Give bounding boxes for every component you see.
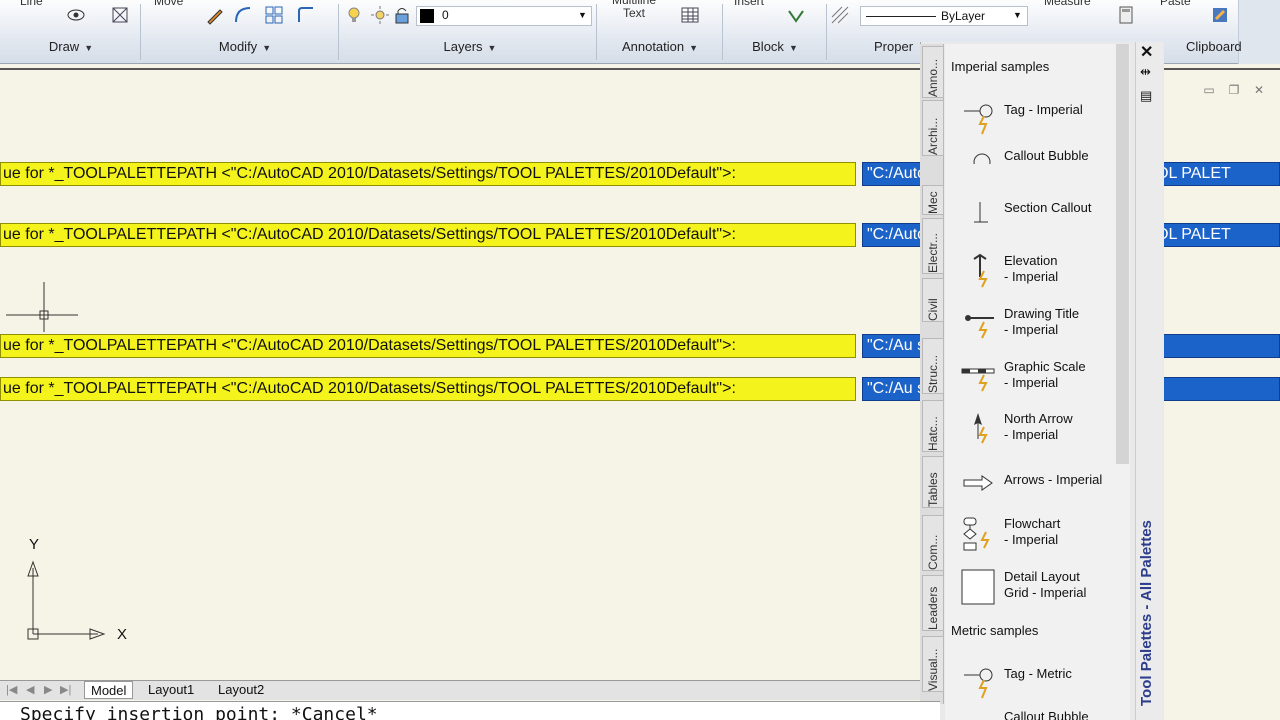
layer-dropdown-value: 0 — [442, 8, 449, 22]
panel-clipboard[interactable]: Clipboard — [1186, 36, 1246, 58]
command-line[interactable]: Specify insertion point: *Cancel* — [0, 701, 940, 720]
attribute-icon[interactable] — [786, 5, 806, 25]
section-metric-samples: Metric samples — [951, 623, 1039, 638]
first-tab-icon[interactable]: |◀ — [6, 683, 17, 696]
auto-hide-icon[interactable]: ⇹ — [1140, 64, 1151, 80]
layout-tab-bar — [0, 680, 920, 700]
callout-bubble-icon — [973, 153, 991, 164]
line-tool-label[interactable]: Line — [20, 0, 43, 8]
tab-mechanical[interactable]: Mec — [922, 185, 944, 215]
chevron-down-icon[interactable]: ▼ — [1013, 10, 1022, 20]
panel-layers[interactable]: Layers ▼ — [430, 36, 510, 58]
array-icon[interactable] — [264, 5, 284, 25]
close-icon[interactable]: ✕ — [1250, 83, 1268, 97]
hatch-icon[interactable] — [830, 5, 850, 25]
section-imperial-samples: Imperial samples — [951, 59, 1050, 74]
tag-icon — [964, 104, 993, 135]
fillet-icon[interactable] — [233, 5, 253, 25]
drawing-title-icon — [965, 315, 994, 339]
tab-visual-styles[interactable]: Visual... — [922, 636, 944, 692]
panel-draw[interactable]: Draw ▼ — [36, 36, 106, 58]
tab-layout2[interactable]: Layout2 — [212, 681, 270, 699]
panel-block[interactable]: Block ▼ — [740, 36, 810, 58]
ucs-y-label: Y — [29, 536, 40, 553]
north-arrow-icon — [974, 413, 988, 444]
tab-architectural[interactable]: Archi... — [922, 100, 944, 156]
ucs-x-label: X — [117, 626, 128, 643]
dynamic-input-prompt: ue for *_TOOLPALETTEPATH <"C:/AutoCAD 20… — [0, 377, 856, 401]
close-icon[interactable]: ✕ — [1140, 42, 1153, 62]
tool-callout-bubble[interactable]: Callout Bubble — [960, 148, 1120, 164]
tab-structural[interactable]: Struc... — [922, 338, 944, 394]
tag-icon — [964, 668, 993, 699]
sun-icon[interactable] — [370, 5, 390, 25]
measure-tool-label[interactable]: Measure — [1044, 0, 1091, 8]
calculator-icon[interactable] — [1116, 5, 1136, 25]
polyline-icon[interactable] — [296, 5, 316, 25]
prev-tab-icon[interactable]: ◀ — [26, 683, 34, 696]
tab-tables[interactable]: Tables — [922, 456, 944, 508]
multiline-text-button[interactable]: Multiline Text — [612, 0, 656, 20]
minimize-icon[interactable]: ▭ — [1200, 83, 1218, 97]
insert-tool-label[interactable]: Insert — [734, 0, 764, 8]
graphic-scale-icon — [961, 368, 995, 392]
restore-icon[interactable]: ❐ — [1225, 83, 1243, 97]
tool-callout-bubble-metric[interactable]: Callout Bubble — [960, 709, 1120, 720]
dynamic-input-prompt: ue for *_TOOLPALETTEPATH <"C:/AutoCAD 20… — [0, 223, 856, 247]
move-tool-label[interactable]: Move — [154, 0, 183, 8]
paste-tool-label[interactable]: Paste — [1160, 0, 1191, 8]
lightbulb-icon[interactable] — [344, 5, 364, 25]
ucs-icon — [27, 560, 106, 640]
chevron-down-icon[interactable]: ▼ — [578, 10, 587, 20]
flowchart-icon — [963, 517, 990, 551]
palette-title: Tool Palettes - All Palettes — [1138, 520, 1155, 706]
tab-hatches[interactable]: Hatc... — [922, 400, 944, 452]
detail-grid-icon — [961, 569, 995, 605]
linetype-dropdown-value: ByLayer — [941, 9, 986, 23]
linetype-preview — [866, 16, 936, 17]
tab-command-tools[interactable]: Com... — [922, 515, 944, 571]
lock-icon[interactable] — [392, 5, 412, 25]
tab-leaders[interactable]: Leaders — [922, 575, 944, 631]
properties-icon[interactable]: ▤ — [1140, 88, 1152, 104]
trim-icon[interactable] — [110, 5, 130, 25]
tab-electrical[interactable]: Electr... — [922, 218, 944, 274]
dynamic-input-prompt: ue for *_TOOLPALETTEPATH <"C:/AutoCAD 20… — [0, 162, 856, 186]
tab-layout1[interactable]: Layout1 — [142, 681, 200, 699]
tab-model[interactable]: Model — [84, 681, 134, 699]
eye-icon[interactable] — [66, 5, 86, 25]
section-callout-icon — [974, 202, 988, 223]
panel-annotation[interactable]: Annotation ▼ — [610, 36, 710, 58]
palette-scrollbar[interactable] — [1116, 44, 1129, 464]
tab-annotation[interactable]: Anno... — [922, 46, 944, 98]
panel-modify[interactable]: Modify ▼ — [205, 36, 285, 58]
next-tab-icon[interactable]: ▶ — [44, 683, 52, 696]
tab-civil[interactable]: Civil — [922, 278, 944, 322]
arrow-icon — [963, 475, 993, 491]
table-icon[interactable] — [680, 5, 700, 25]
dynamic-input-prompt: ue for *_TOOLPALETTEPATH <"C:/AutoCAD 20… — [0, 334, 856, 358]
last-tab-icon[interactable]: ▶| — [60, 683, 71, 696]
crosshair-cursor — [6, 282, 78, 332]
elevation-icon — [973, 253, 988, 288]
match-properties-icon[interactable] — [1210, 5, 1230, 25]
pencil-icon[interactable] — [205, 5, 225, 25]
layer-color-swatch — [420, 9, 434, 23]
